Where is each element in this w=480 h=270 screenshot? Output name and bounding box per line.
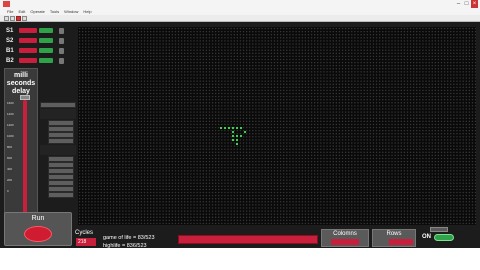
switch-toggle[interactable] <box>39 58 53 63</box>
switch-row-s2: S2 <box>6 36 64 45</box>
delay-tick: 1400 <box>7 112 14 116</box>
preset-button[interactable] <box>48 138 74 144</box>
app-icon <box>3 1 10 7</box>
delay-tick: 1600 <box>7 101 14 105</box>
switch-row-b2: B2 <box>6 56 64 65</box>
switch-label: S2 <box>6 37 14 44</box>
pause-icon[interactable] <box>22 15 27 21</box>
delay-tick: 200 <box>7 178 13 182</box>
rows-input[interactable] <box>389 239 413 245</box>
switch-slider[interactable] <box>59 37 64 44</box>
preset-button[interactable] <box>48 192 74 198</box>
abort-icon[interactable] <box>16 15 21 21</box>
switch-toggle[interactable] <box>39 28 53 33</box>
preset-display <box>40 109 76 119</box>
delay-tick: 600 <box>7 156 13 160</box>
front-panel: S1 S2 B1 B2 milli seconds delay 1600 140… <box>0 22 480 249</box>
switch-indicator <box>19 28 37 33</box>
delay-tick: 1200 <box>7 123 14 127</box>
maximize-icon[interactable]: □ <box>463 0 470 8</box>
delay-tick: 0 <box>7 189 9 193</box>
run-button[interactable] <box>24 226 52 242</box>
run-continuous-icon[interactable] <box>10 15 15 21</box>
live-cell[interactable] <box>232 127 234 129</box>
live-cell[interactable] <box>236 135 238 137</box>
title-bar: – □ × <box>0 0 480 9</box>
delay-scale: 1600 1400 1200 1000 800 600 400 200 0 <box>7 101 14 193</box>
switch-label: B2 <box>6 57 14 64</box>
columns-control: Colomns <box>321 229 369 247</box>
power-control: ON <box>422 227 476 247</box>
close-icon[interactable]: × <box>471 0 478 8</box>
minimize-icon[interactable]: – <box>455 0 462 8</box>
delay-slider-track[interactable] <box>23 100 27 225</box>
live-cell[interactable] <box>232 135 234 137</box>
live-cell[interactable] <box>232 139 234 141</box>
game-of-life-count: game of life = 83/523 <box>103 235 155 241</box>
switch-indicator <box>19 48 37 53</box>
status-string-field <box>178 235 318 244</box>
live-cell[interactable] <box>240 127 242 129</box>
delay-tick: 800 <box>7 145 13 149</box>
switch-indicator <box>19 58 37 63</box>
power-toggle[interactable] <box>434 234 454 241</box>
delay-title: milli seconds delay <box>6 72 36 95</box>
switch-slider[interactable] <box>59 57 64 64</box>
switch-label: S1 <box>6 27 14 34</box>
delay-slider-knob[interactable] <box>20 95 30 100</box>
switch-indicator <box>19 38 37 43</box>
switch-slider[interactable] <box>59 27 64 34</box>
power-indicator <box>430 227 448 232</box>
switch-row-s1: S1 <box>6 26 64 35</box>
preset-display <box>40 145 76 155</box>
switch-label: B1 <box>6 47 14 54</box>
cycles-label: Cycles <box>75 230 94 236</box>
live-cell[interactable] <box>244 131 246 133</box>
switch-toggle[interactable] <box>39 38 53 43</box>
delay-slider-panel: milli seconds delay 1600 1400 1200 1000 … <box>4 68 38 230</box>
game-of-life-grid[interactable] <box>78 27 476 225</box>
status-bar <box>0 248 480 270</box>
rows-control: Rows <box>372 229 416 247</box>
cycles-value: 218 <box>76 238 96 246</box>
rows-label: Rows <box>386 231 402 237</box>
live-cell[interactable] <box>236 143 238 145</box>
power-label: ON <box>422 234 431 240</box>
switch-row-b1: B1 <box>6 46 64 55</box>
switch-slider[interactable] <box>59 47 64 54</box>
live-cell[interactable] <box>240 135 242 137</box>
live-cell[interactable] <box>228 127 230 129</box>
toolbar <box>0 15 480 22</box>
delay-tick: 1000 <box>7 134 14 138</box>
live-cell[interactable] <box>220 127 222 129</box>
live-cell[interactable] <box>224 127 226 129</box>
live-cell[interactable] <box>236 139 238 141</box>
live-cell[interactable] <box>236 127 238 129</box>
columns-label: Colomns <box>333 231 357 237</box>
preset-button[interactable] <box>40 102 76 108</box>
delay-tick: 400 <box>7 167 13 171</box>
columns-input[interactable] <box>331 239 359 245</box>
pattern-button-column <box>40 102 76 198</box>
run-panel: Run <box>4 212 72 246</box>
run-arrow-icon[interactable] <box>4 15 9 21</box>
run-label: Run <box>31 215 45 222</box>
switch-toggle[interactable] <box>39 48 53 53</box>
live-cell[interactable] <box>232 131 234 133</box>
